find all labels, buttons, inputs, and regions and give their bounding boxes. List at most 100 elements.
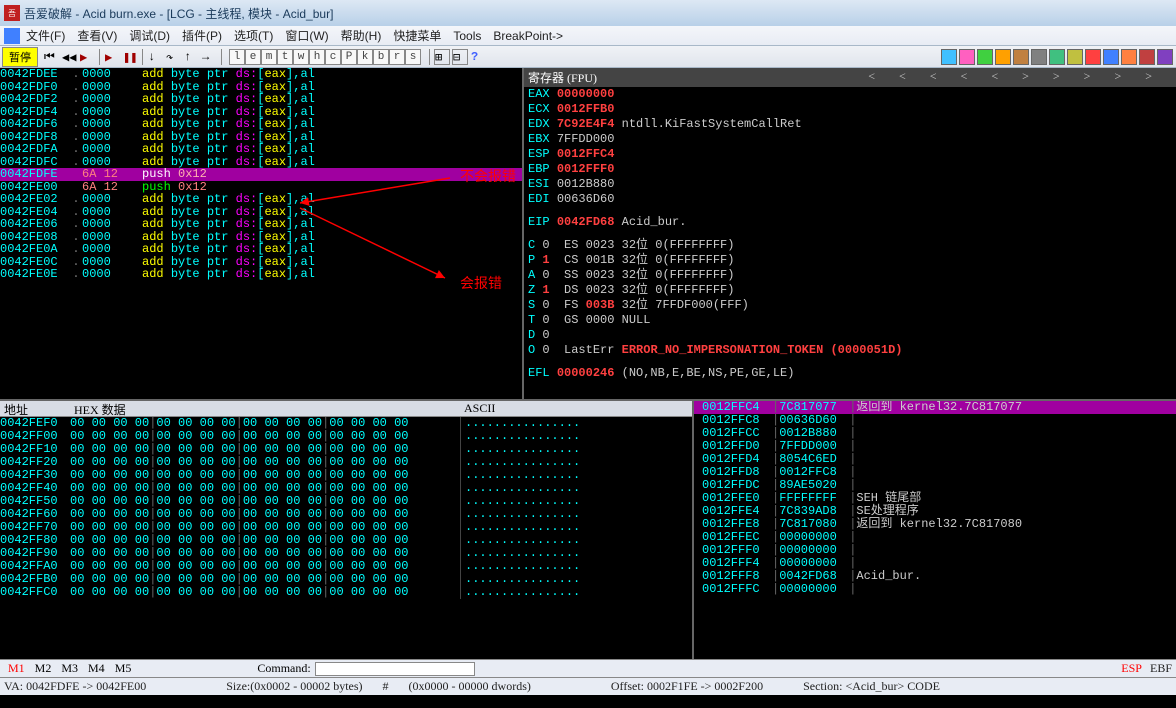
stack-row[interactable]: 0012FFC8| 00636D60|: [694, 414, 1176, 427]
menu-item[interactable]: 插件(P): [182, 29, 222, 43]
register-row[interactable]: ESI 0012B880: [524, 177, 1176, 192]
arrow-left-icon[interactable]: <: [930, 69, 937, 86]
stack-row[interactable]: 0012FFE0| FFFFFFFF|SEH 链尾部: [694, 492, 1176, 505]
register-row[interactable]: EAX 00000000: [524, 87, 1176, 102]
arrow-right-icon[interactable]: >: [1145, 69, 1152, 86]
stack-row[interactable]: 0012FFD4| 8054C6ED|: [694, 453, 1176, 466]
register-row[interactable]: EDI 00636D60: [524, 192, 1176, 207]
menu-item[interactable]: BreakPoint->: [493, 29, 563, 43]
disasm-row[interactable]: 0042FDF2.0000 add byte ptr ds:[eax],al: [0, 93, 522, 106]
menu-item[interactable]: 快捷菜单: [393, 29, 441, 43]
window-button-h[interactable]: h: [309, 49, 325, 65]
menu-item[interactable]: Tools: [453, 29, 481, 43]
registers-panel[interactable]: 寄存器 (FPU) < < < < < > > > > > EAX 000000…: [522, 68, 1176, 399]
register-row[interactable]: EBX 7FFDD000: [524, 132, 1176, 147]
arrow-right-icon[interactable]: >: [1053, 69, 1060, 86]
efl-row[interactable]: EFL 00000246 (NO,NB,E,BE,NS,PE,GE,LE): [524, 366, 1176, 381]
menu-item[interactable]: 调试(D): [129, 29, 170, 43]
plugin-icon[interactable]: [941, 49, 957, 65]
disassembly-panel[interactable]: 不会报错 会报错 0042FDEE.0000 add byte ptr ds:[…: [0, 68, 522, 399]
flag-row[interactable]: C 0 ES 0023 32位 0(FFFFFFFF): [524, 238, 1176, 253]
plugin-icon[interactable]: [1031, 49, 1047, 65]
run-to-icon[interactable]: →: [201, 49, 217, 65]
command-input[interactable]: [315, 662, 475, 676]
disasm-row[interactable]: 0042FDFE 6A 12 push 0x12: [0, 168, 522, 181]
m-button-5[interactable]: M5: [111, 661, 136, 675]
plugin-icon[interactable]: [995, 49, 1011, 65]
disasm-row[interactable]: 0042FE06.0000 add byte ptr ds:[eax],al: [0, 218, 522, 231]
stack-row[interactable]: 0012FFF8| 0042FD68|Acid_bur.: [694, 570, 1176, 583]
register-row[interactable]: ECX 0012FFB0: [524, 102, 1176, 117]
stack-row[interactable]: 0012FFF0| 00000000|: [694, 544, 1176, 557]
flag-row[interactable]: P 1 CS 001B 32位 0(FFFFFFFF): [524, 253, 1176, 268]
plugin-icon[interactable]: [977, 49, 993, 65]
step-back-icon[interactable]: ◀◀: [61, 49, 77, 65]
window-button-t[interactable]: t: [277, 49, 293, 65]
plugin-icon[interactable]: [1139, 49, 1155, 65]
plugin-icon[interactable]: [1103, 49, 1119, 65]
stack-row[interactable]: 0012FFEC| 00000000|: [694, 531, 1176, 544]
m-button-4[interactable]: M4: [84, 661, 109, 675]
flag-row[interactable]: Z 1 DS 0023 32位 0(FFFFFFFF): [524, 283, 1176, 298]
arrow-left-icon[interactable]: <: [868, 69, 875, 86]
eip-row[interactable]: EIP 0042FD68 Acid_bur.: [524, 215, 1176, 230]
disasm-row[interactable]: 0042FDEE.0000 add byte ptr ds:[eax],al: [0, 68, 522, 81]
stack-row[interactable]: 0012FFE8| 7C817080|返回到 kernel32.7C817080: [694, 518, 1176, 531]
play2-icon[interactable]: ▶: [104, 49, 120, 65]
window-button-l[interactable]: l: [229, 49, 245, 65]
window-button-m[interactable]: m: [261, 49, 277, 65]
window-button-r[interactable]: r: [389, 49, 405, 65]
flag-row[interactable]: S 0 FS 003B 32位 7FFDF000(FFF): [524, 298, 1176, 313]
menu-item[interactable]: 文件(F): [26, 29, 65, 43]
arrow-left-icon[interactable]: <: [899, 69, 906, 86]
stack-row[interactable]: 0012FFD8| 0012FFC8|: [694, 466, 1176, 479]
menu-item[interactable]: 查看(V): [77, 29, 117, 43]
arrow-right-icon[interactable]: >: [1084, 69, 1091, 86]
stack-row[interactable]: 0012FFFC| 00000000|: [694, 583, 1176, 596]
stack-row[interactable]: 0012FFD0| 7FFDD000|: [694, 440, 1176, 453]
pause-button[interactable]: 暂停: [2, 47, 38, 67]
m-button-2[interactable]: M2: [31, 661, 56, 675]
settings-icon[interactable]: ⊟: [452, 49, 468, 65]
window-button-P[interactable]: P: [341, 49, 357, 65]
step-into-icon[interactable]: ↓: [147, 49, 163, 65]
play-icon[interactable]: ▶: [79, 49, 95, 65]
flag-row[interactable]: O 0 LastErr ERROR_NO_IMPERSONATION_TOKEN…: [524, 343, 1176, 358]
window-button-w[interactable]: w: [293, 49, 309, 65]
m-button-1[interactable]: M1: [4, 661, 29, 675]
disasm-row[interactable]: 0042FE0A.0000 add byte ptr ds:[eax],al: [0, 243, 522, 256]
register-row[interactable]: EDX 7C92E4F4 ntdll.KiFastSystemCallRet: [524, 117, 1176, 132]
stack-row[interactable]: 0012FFDC| 89AE5020|: [694, 479, 1176, 492]
arrow-right-icon[interactable]: >: [1022, 69, 1029, 86]
disasm-row[interactable]: 0042FDFA.0000 add byte ptr ds:[eax],al: [0, 143, 522, 156]
rewind-icon[interactable]: ⏮: [43, 49, 59, 65]
grid-icon[interactable]: ⊞: [434, 49, 450, 65]
hex-dump-panel[interactable]: 地址 HEX 数据 ASCII 0042FEF000 00 00 00|00 0…: [0, 401, 692, 659]
plugin-icon[interactable]: [1121, 49, 1137, 65]
stack-row[interactable]: 0012FFF4| 00000000|: [694, 557, 1176, 570]
window-button-k[interactable]: k: [357, 49, 373, 65]
dump-row[interactable]: 0042FFC000 00 00 00|00 00 00 00|00 00 00…: [0, 586, 692, 599]
menu-item[interactable]: 窗口(W): [285, 29, 328, 43]
pause2-icon[interactable]: ❚❚: [122, 49, 138, 65]
window-button-e[interactable]: e: [245, 49, 261, 65]
window-button-c[interactable]: c: [325, 49, 341, 65]
arrow-left-icon[interactable]: <: [991, 69, 998, 86]
plugin-icon[interactable]: [1085, 49, 1101, 65]
flag-row[interactable]: D 0: [524, 328, 1176, 343]
disasm-row[interactable]: 0042FE0E.0000 add byte ptr ds:[eax],al: [0, 268, 522, 281]
help-icon[interactable]: ?: [470, 49, 486, 65]
stack-row[interactable]: 0012FFCC| 0012B880|: [694, 427, 1176, 440]
register-row[interactable]: ESP 0012FFC4: [524, 147, 1176, 162]
register-row[interactable]: EBP 0012FFF0: [524, 162, 1176, 177]
arrow-right-icon[interactable]: >: [1114, 69, 1121, 86]
plugin-icon[interactable]: [1067, 49, 1083, 65]
m-button-3[interactable]: M3: [57, 661, 82, 675]
flag-row[interactable]: A 0 SS 0023 32位 0(FFFFFFFF): [524, 268, 1176, 283]
disasm-row[interactable]: 0042FE02.0000 add byte ptr ds:[eax],al: [0, 193, 522, 206]
plugin-icon[interactable]: [1049, 49, 1065, 65]
plugin-icon[interactable]: [1157, 49, 1173, 65]
menu-item[interactable]: 帮助(H): [341, 29, 382, 43]
disasm-row[interactable]: 0042FDF6.0000 add byte ptr ds:[eax],al: [0, 118, 522, 131]
plugin-icon[interactable]: [1013, 49, 1029, 65]
